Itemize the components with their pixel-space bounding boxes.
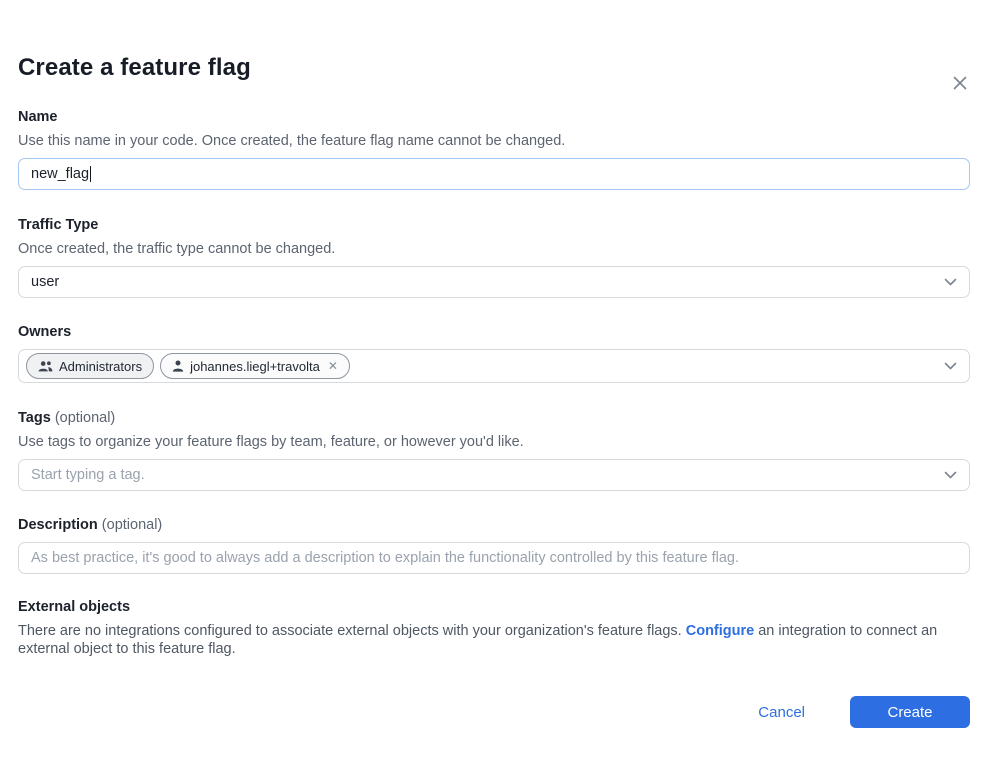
name-label: Name (18, 107, 970, 127)
owners-label: Owners (18, 322, 970, 342)
cancel-button[interactable]: Cancel (758, 704, 805, 721)
owners-field-group: Owners Administrators (18, 322, 970, 383)
group-icon (38, 361, 53, 372)
page-title: Create a feature flag (18, 54, 970, 82)
configure-link[interactable]: Configure (686, 623, 754, 639)
external-objects-section: External objects There are no integratio… (18, 597, 970, 658)
tags-optional-text: (optional) (55, 410, 115, 426)
name-input[interactable]: new_flag (18, 158, 970, 190)
create-button[interactable]: Create (850, 696, 970, 728)
traffic-type-selected-value: user (31, 274, 59, 290)
description-label-text: Description (18, 517, 98, 533)
owners-multiselect[interactable]: Administrators johannes.liegl+travolta ✕ (18, 349, 970, 383)
tags-help-text: Use tags to organize your feature flags … (18, 432, 970, 452)
description-optional-text: (optional) (102, 517, 162, 533)
tags-field-group: Tags (optional) Use tags to organize you… (18, 408, 970, 491)
create-feature-flag-dialog: Create a feature flag Name Use this name… (0, 54, 988, 763)
external-objects-text-before: There are no integrations configured to … (18, 623, 686, 639)
description-label: Description (optional) (18, 515, 970, 535)
tags-label-text: Tags (18, 410, 51, 426)
close-icon (950, 73, 970, 93)
traffic-type-label: Traffic Type (18, 215, 970, 235)
name-field-group: Name Use this name in your code. Once cr… (18, 107, 970, 190)
close-button[interactable] (948, 71, 972, 95)
text-caret (90, 166, 91, 182)
external-objects-text: There are no integrations configured to … (18, 622, 970, 658)
person-icon (172, 360, 184, 372)
description-input[interactable] (18, 542, 970, 574)
traffic-type-select[interactable]: user (18, 266, 970, 298)
remove-owner-icon[interactable]: ✕ (328, 360, 338, 372)
tags-label: Tags (optional) (18, 408, 970, 428)
description-field-group: Description (optional) (18, 515, 970, 574)
dialog-footer: Cancel Create (18, 696, 970, 728)
traffic-type-field-group: Traffic Type Once created, the traffic t… (18, 215, 970, 298)
owner-chip-administrators[interactable]: Administrators (26, 353, 154, 379)
name-input-value: new_flag (31, 166, 89, 182)
tags-input[interactable] (18, 459, 970, 491)
owner-chip-label: Administrators (59, 359, 142, 374)
external-objects-label: External objects (18, 597, 970, 617)
owner-chip-label: johannes.liegl+travolta (190, 359, 320, 374)
owner-chip-user[interactable]: johannes.liegl+travolta ✕ (160, 353, 350, 379)
traffic-type-help-text: Once created, the traffic type cannot be… (18, 239, 970, 259)
name-help-text: Use this name in your code. Once created… (18, 131, 970, 151)
